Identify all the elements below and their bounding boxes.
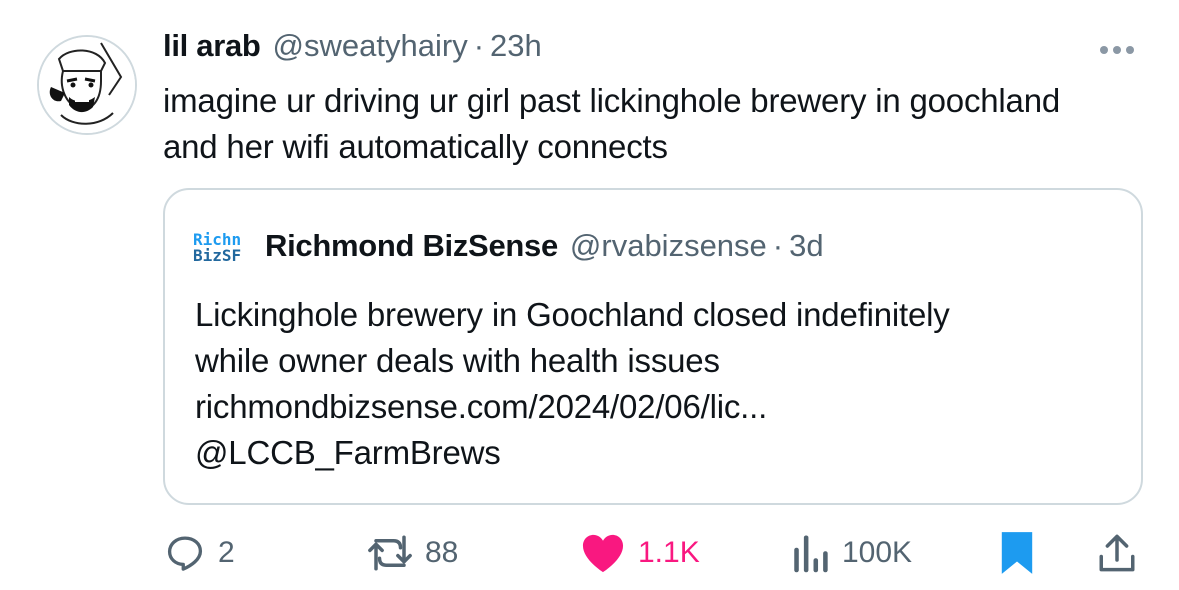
reply-count: 2 [218,536,235,569]
quoted-author-handle[interactable]: @rvabizsense [570,228,767,264]
repost-count: 88 [425,536,459,569]
quoted-tweet-timestamp: 3d [789,228,824,263]
like-button[interactable]: 1.1K [580,528,700,578]
more-dots-icon [1126,46,1134,54]
bookmark-icon [1001,532,1033,574]
quoted-tweet-text: Lickinghole brewery in Goochland closed … [195,292,1125,476]
more-dots-icon [1100,46,1108,54]
tweet-text: imagine ur driving ur girl past lickingh… [163,82,1061,165]
quoted-author-avatar[interactable]: Richn BizSF [193,232,259,268]
quoted-mention: @LCCB_FarmBrews [195,434,501,471]
bar-chart-icon [794,535,828,573]
bookmark-button[interactable] [998,528,1036,578]
quoted-text-line: Lickinghole brewery in Goochland closed … [195,296,950,333]
quoted-text-line: while owner deals with health issues [195,342,720,379]
quoted-tweet-header: Richmond BizSense @rvabizsense · 3d [265,228,824,268]
quoted-header-separator: · [772,228,784,263]
more-dots-icon [1113,46,1121,54]
repost-arrows-icon [368,535,412,571]
quoted-author-name[interactable]: Richmond BizSense [265,228,558,264]
quoted-link: richmondbizsense.com/2024/02/06/lic... [195,388,768,425]
views-count: 100K [842,536,913,569]
tweet-header: lil arab @sweatyhairy · 23h [163,28,542,68]
logo-text-line2: BizSF [193,246,242,265]
avatar-drawing [39,37,135,133]
share-icon [1099,534,1135,572]
tweet-timestamp[interactable]: 23h [490,28,542,64]
views-button[interactable]: 100K [790,528,912,578]
header-separator: · [473,28,485,63]
heart-icon [582,534,624,573]
author-handle[interactable]: @sweatyhairy [273,28,468,64]
quoted-tweet-card[interactable]: Richn BizSF Richmond BizSense @rvabizsen… [163,188,1143,505]
reply-button[interactable]: 2 [164,528,235,578]
author-name[interactable]: lil arab [163,28,261,64]
reply-bubble-icon [167,536,203,571]
share-button[interactable] [1096,528,1138,578]
repost-button[interactable]: 88 [367,528,458,578]
more-options-button[interactable] [1092,36,1142,64]
author-avatar[interactable] [37,35,137,135]
like-count: 1.1K [638,536,700,569]
